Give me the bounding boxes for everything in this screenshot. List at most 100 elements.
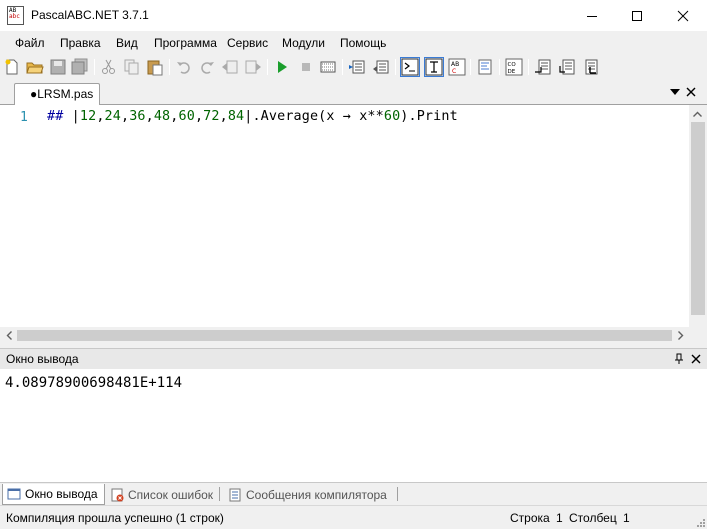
tab-error-list[interactable]: Список ошибок: [106, 484, 213, 505]
maximize-button[interactable]: [614, 0, 660, 31]
scroll-right-arrow[interactable]: [672, 327, 689, 344]
output-panel-title: Окно вывода: [6, 352, 79, 366]
breakpoint-2-icon: [559, 59, 575, 75]
svg-text:CO: CO: [508, 62, 517, 68]
window-title: PascalABC.NET 3.7.1: [31, 8, 149, 22]
code-line[interactable]: ## |12,24,36,48,60,72,84|.Average(x → x*…: [47, 109, 458, 124]
close-tab-button[interactable]: [684, 85, 698, 99]
title-bar: AB abc PascalABC.NET 3.7.1: [0, 0, 707, 31]
close-icon: [677, 10, 689, 21]
tab-output-window[interactable]: Окно вывода: [2, 484, 105, 505]
svg-text:DE: DE: [508, 69, 516, 75]
tab-lrsm-pas[interactable]: ●LRSM.pas: [14, 83, 100, 106]
code-editor[interactable]: 1 ## |12,24,36,48,60,72,84|.Average(x → …: [0, 105, 707, 344]
scroll-up-arrow[interactable]: [689, 105, 706, 122]
tab-separator: [219, 487, 220, 501]
console-icon: [401, 58, 419, 76]
status-col-value: 1: [623, 511, 630, 525]
copy-icon: [124, 59, 139, 75]
toolbar-separator: [342, 59, 343, 75]
code-token-number: 60: [178, 109, 195, 124]
open-file-button[interactable]: [26, 58, 44, 76]
horizontal-scroll-thumb[interactable]: [17, 330, 672, 341]
debug-step-over-button[interactable]: [372, 58, 390, 76]
undo-button[interactable]: [175, 58, 193, 76]
scroll-left-arrow[interactable]: [0, 327, 17, 344]
breakpoint-1-button[interactable]: [534, 58, 552, 76]
formatter-button[interactable]: [476, 58, 494, 76]
code-button[interactable]: CO DE: [505, 58, 523, 76]
resize-grip-icon[interactable]: [695, 517, 705, 527]
chevron-left-icon: [6, 331, 12, 340]
editor-horizontal-scrollbar[interactable]: [0, 327, 689, 344]
minimize-button[interactable]: [569, 0, 615, 31]
open-file-icon: [26, 62, 44, 74]
debug-step-over-icon: [373, 60, 389, 74]
code-icon: CODE: [505, 58, 523, 76]
pin-panel-button[interactable]: [672, 352, 685, 365]
toolbar-separator: [169, 59, 170, 75]
navigate-forward-button[interactable]: [244, 58, 262, 76]
stop-button[interactable]: [297, 58, 315, 76]
close-output-panel-button[interactable]: [689, 352, 702, 365]
chevron-up-icon: [693, 111, 702, 117]
status-col-label: Столбец: [569, 511, 617, 525]
debug-step-button[interactable]: [348, 58, 366, 76]
output-text-area[interactable]: 4.08978900698481E+114: [0, 369, 707, 482]
save-all-button[interactable]: [71, 58, 89, 76]
editor-vertical-scrollbar[interactable]: [689, 105, 707, 327]
new-file-icon: [5, 59, 18, 75]
save-icon: [50, 59, 66, 75]
program-output: 4.08978900698481E+114: [5, 375, 183, 391]
menu-service[interactable]: Сервис: [227, 36, 268, 50]
menu-edit[interactable]: Правка: [60, 36, 101, 50]
menu-modules[interactable]: Модули: [282, 36, 325, 50]
vertical-scroll-thumb[interactable]: [691, 122, 705, 315]
run-icon: [278, 61, 287, 73]
code-token-number: 36: [129, 109, 146, 124]
debug-step-icon: [349, 60, 365, 74]
tab-label: Список ошибок: [128, 487, 214, 502]
undo-icon: [177, 62, 190, 74]
chevron-right-icon: [677, 331, 683, 340]
text-mode-toggle-button[interactable]: [424, 57, 444, 77]
breakpoint-1-icon: [535, 59, 551, 75]
close-window-button[interactable]: [660, 0, 706, 31]
code-token-bar: |: [71, 109, 80, 124]
toolbar-separator: [395, 59, 396, 75]
tab-list-dropdown[interactable]: [668, 85, 682, 99]
console-toggle-button[interactable]: [400, 57, 420, 77]
cut-button[interactable]: [100, 58, 118, 76]
scroll-corner: [689, 327, 707, 344]
menu-help[interactable]: Помощь: [340, 36, 386, 50]
cut-icon: [102, 59, 115, 74]
breakpoint-2-button[interactable]: [558, 58, 576, 76]
paste-icon: [147, 60, 163, 76]
code-token-number: 48: [153, 109, 171, 124]
text-mode-icon: [425, 58, 443, 76]
breakpoint-3-button[interactable]: [581, 58, 599, 76]
menu-program[interactable]: Программа: [154, 36, 217, 50]
svg-text:C: C: [452, 68, 456, 75]
code-token-method: .Average(x → x**: [252, 109, 384, 124]
menu-file[interactable]: Файл: [15, 36, 45, 50]
run-button[interactable]: [273, 58, 291, 76]
save-button[interactable]: [49, 58, 67, 76]
code-token-number: 12: [79, 109, 97, 124]
code-token-keyword: ##: [47, 109, 64, 124]
abc-mode-button[interactable]: AB C: [448, 58, 466, 76]
status-message: Компиляция прошла успешно (1 строк): [6, 511, 224, 525]
tab-compiler-messages[interactable]: Сообщения компилятора: [224, 484, 387, 505]
formatter-icon: [478, 59, 492, 75]
redo-button[interactable]: [198, 58, 216, 76]
bottom-panel-tabs: Окно вывода Список ошибок Сообщения комп…: [0, 482, 707, 505]
navigate-back-button[interactable]: [221, 58, 239, 76]
redo-icon: [201, 62, 214, 74]
new-file-button[interactable]: [3, 58, 21, 76]
copy-button[interactable]: [123, 58, 141, 76]
output-window-icon: [7, 488, 21, 500]
paste-button[interactable]: [146, 58, 164, 76]
status-bar: Компиляция прошла успешно (1 строк) Стро…: [0, 505, 707, 529]
menu-view[interactable]: Вид: [116, 36, 138, 50]
compile-button[interactable]: [319, 58, 337, 76]
